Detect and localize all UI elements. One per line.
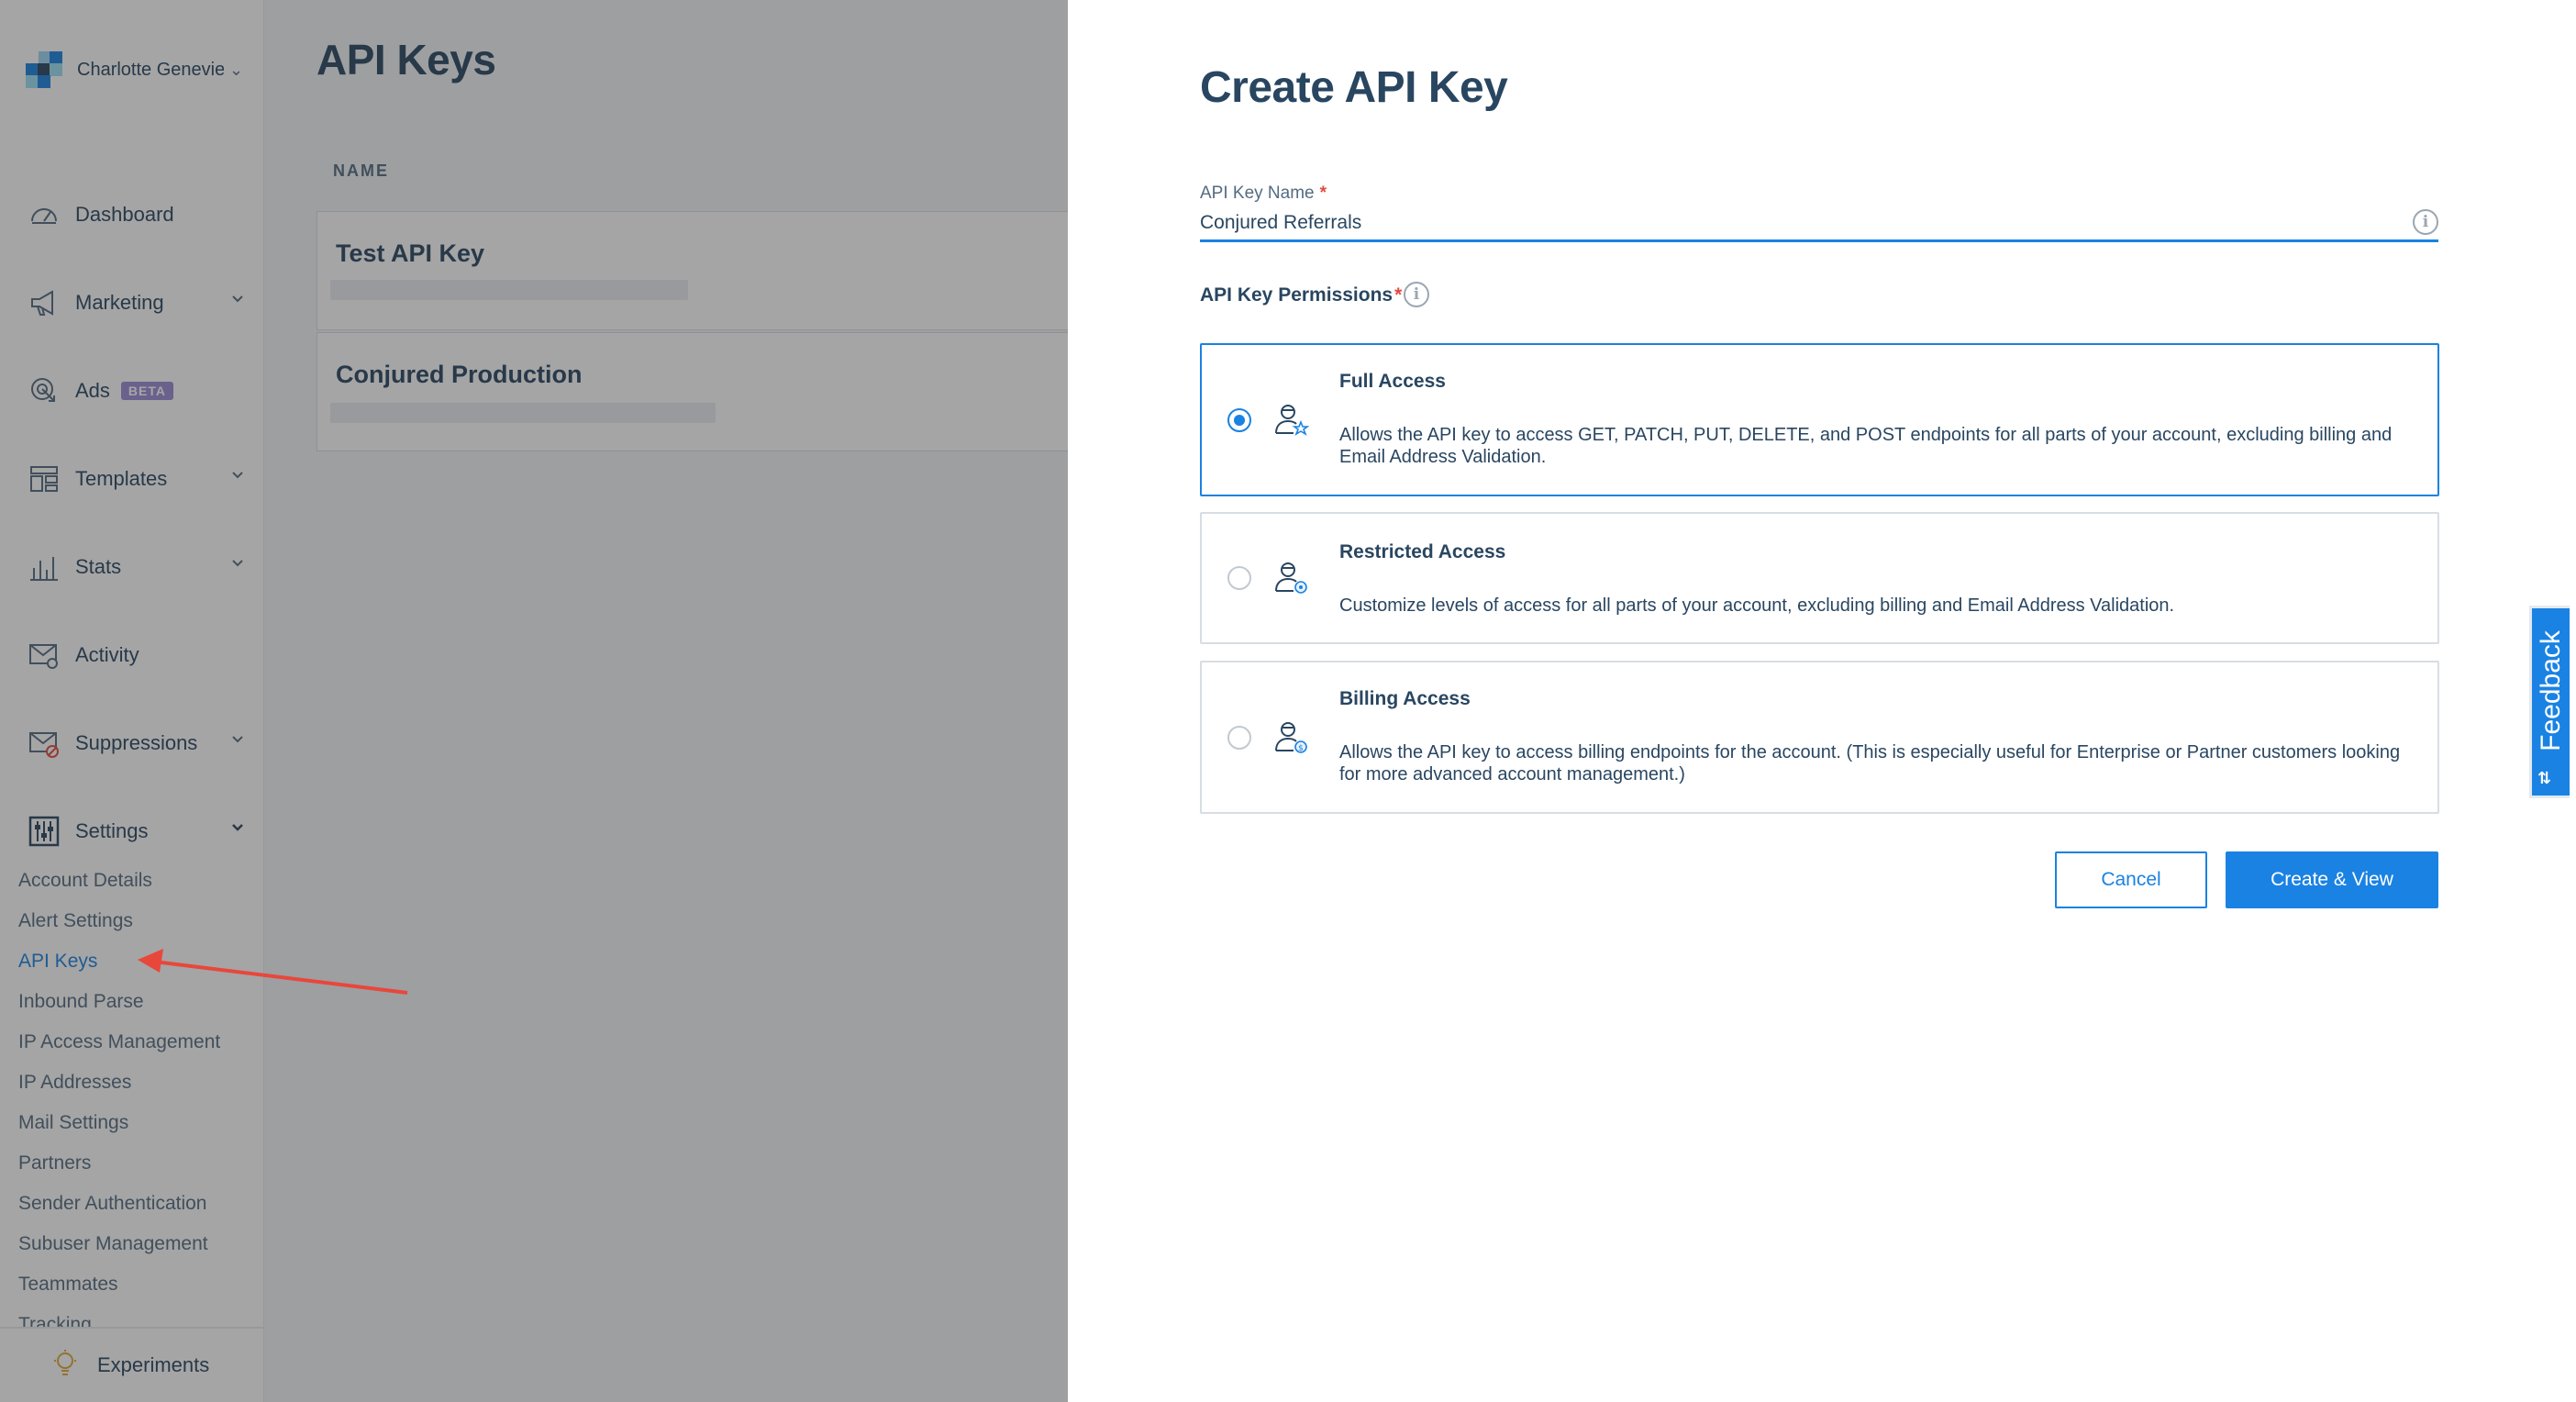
radio-restricted-access[interactable] <box>1227 566 1251 590</box>
user-star-icon <box>1273 402 1310 439</box>
create-and-view-button[interactable]: Create & View <box>2226 851 2438 908</box>
required-marker: * <box>1319 184 1327 203</box>
option-description: Allows the API key to access billing end… <box>1339 742 2401 784</box>
feedback-tab[interactable]: Feedback ⇅ <box>2529 606 2570 798</box>
api-key-name-input[interactable] <box>1200 206 2438 242</box>
api-key-name-label-text: API Key Name <box>1200 184 1315 203</box>
info-icon[interactable]: i <box>2413 209 2438 235</box>
cancel-button[interactable]: Cancel <box>2055 851 2207 908</box>
info-icon[interactable]: i <box>1404 282 1429 307</box>
option-description: Customize levels of access for all parts… <box>1339 595 2175 616</box>
option-title: Billing Access <box>1339 688 1471 709</box>
svg-text:$: $ <box>1298 744 1304 753</box>
create-api-key-drawer: Create API Key API Key Name* i API Key P… <box>1068 0 2576 1402</box>
permission-option-full-access[interactable]: Full Access Allows the API key to access… <box>1200 343 2439 496</box>
radio-billing-access[interactable] <box>1227 726 1251 750</box>
drawer-title: Create API Key <box>1200 63 1508 112</box>
required-marker: * <box>1394 284 1403 306</box>
api-key-name-label: API Key Name * <box>1200 184 1327 204</box>
user-dollar-icon: $ <box>1273 719 1310 756</box>
permissions-label: API Key Permissions* <box>1200 284 1402 306</box>
option-description: Allows the API key to access GET, PATCH,… <box>1339 425 2393 467</box>
user-gear-icon <box>1273 560 1310 596</box>
option-title: Full Access <box>1339 371 1446 392</box>
permission-option-restricted-access[interactable]: Restricted Access Customize levels of ac… <box>1200 512 2439 644</box>
feedback-label: Feedback <box>2535 630 2566 751</box>
permission-option-billing-access[interactable]: $ Billing Access Allows the API key to a… <box>1200 661 2439 814</box>
annotation-arrow <box>138 949 408 995</box>
sort-arrows-icon: ⇅ <box>2537 769 2552 787</box>
permissions-label-text: API Key Permissions <box>1200 284 1393 306</box>
option-title: Restricted Access <box>1339 541 1506 562</box>
radio-full-access[interactable] <box>1227 408 1251 432</box>
